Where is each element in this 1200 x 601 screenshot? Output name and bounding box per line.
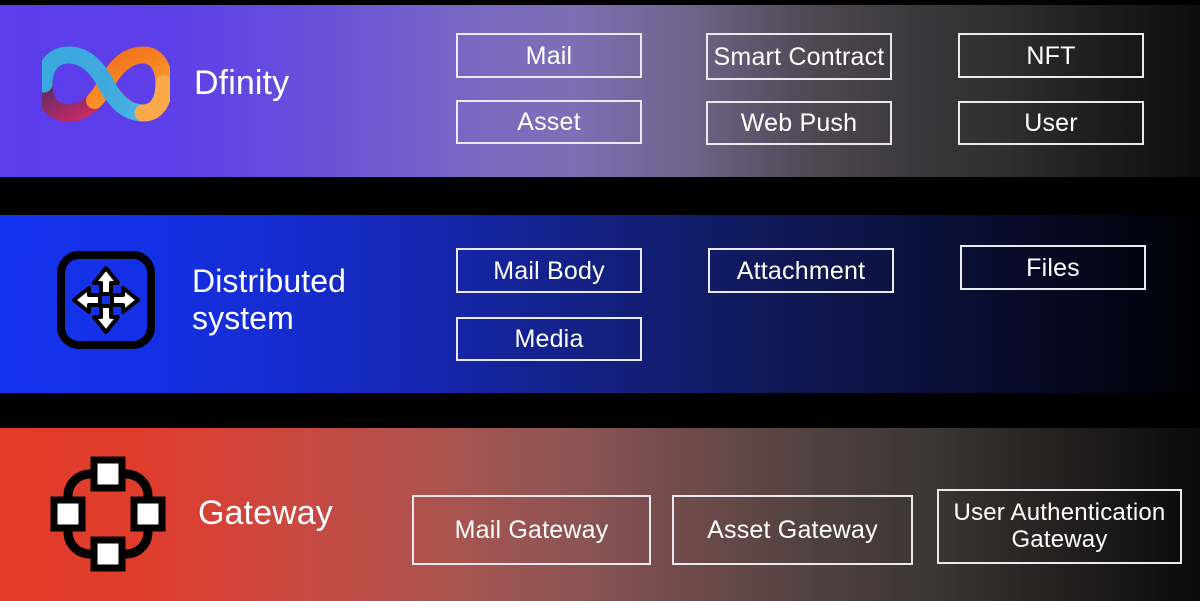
architecture-diagram: Dfinity Mail Asset Smart Contract Web Pu… xyxy=(0,0,1200,601)
module-box-asset[interactable]: Asset xyxy=(456,100,642,144)
module-box-files[interactable]: Files xyxy=(960,245,1146,290)
module-box-media[interactable]: Media xyxy=(456,317,642,361)
module-box-smart-contract[interactable]: Smart Contract xyxy=(706,33,892,80)
module-box-mail-body[interactable]: Mail Body xyxy=(456,248,642,293)
layer-title-gateway: Gateway xyxy=(198,494,333,533)
module-box-mail-gateway[interactable]: Mail Gateway xyxy=(412,495,651,565)
layer-header-dfinity: Dfinity xyxy=(42,45,289,123)
dfinity-infinity-logo-icon xyxy=(42,45,170,123)
module-box-user-authentication-gateway[interactable]: User Authentication Gateway xyxy=(937,489,1182,564)
module-box-asset-gateway[interactable]: Asset Gateway xyxy=(672,495,913,565)
four-arrows-expand-icon xyxy=(56,250,156,350)
module-box-web-push[interactable]: Web Push xyxy=(706,101,892,145)
gateway-nodes-icon xyxy=(38,448,178,580)
module-box-mail[interactable]: Mail xyxy=(456,33,642,78)
module-box-user[interactable]: User xyxy=(958,101,1144,145)
module-box-nft[interactable]: NFT xyxy=(958,33,1144,78)
module-box-attachment[interactable]: Attachment xyxy=(708,248,894,293)
layer-title-dfinity: Dfinity xyxy=(194,64,290,103)
layer-header-distributed-system: Distributed system xyxy=(56,250,346,350)
layer-header-gateway: Gateway xyxy=(38,448,333,580)
layer-title-distributed-system: Distributed system xyxy=(192,263,347,336)
